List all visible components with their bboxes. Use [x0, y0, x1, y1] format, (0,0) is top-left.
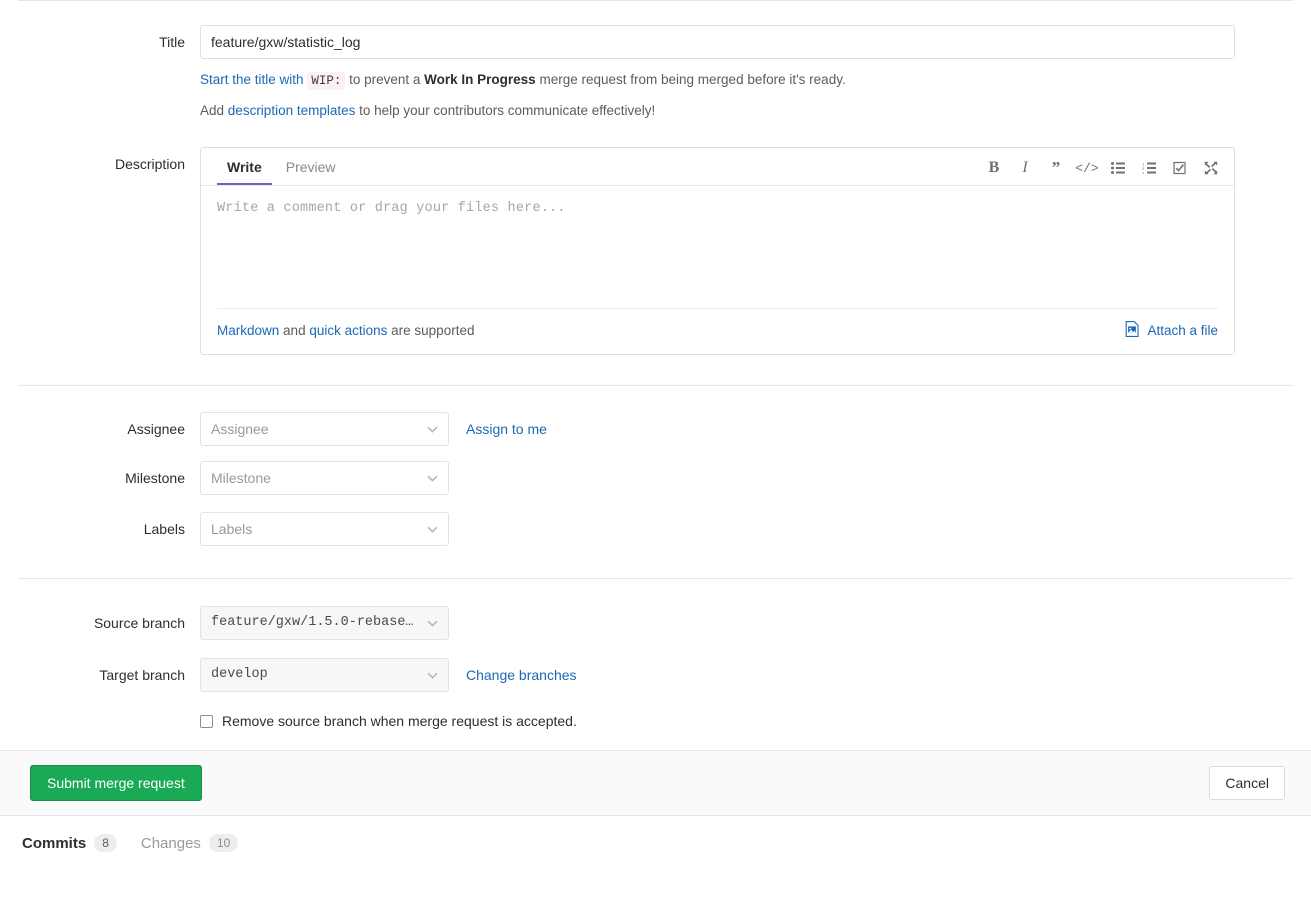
wip-hint-middle: to prevent a — [349, 72, 421, 87]
labels-row: Labels Labels — [0, 512, 1311, 548]
assign-to-me-link[interactable]: Assign to me — [466, 421, 547, 437]
description-row: Description Write Preview B I ” </> 1 2 … — [0, 147, 1311, 355]
chevron-down-icon — [427, 513, 438, 545]
source-branch-label: Source branch — [93, 615, 185, 631]
tab-changes-count: 10 — [208, 834, 239, 852]
markdown-editor-footer: Markdown and quick actions are supported — [217, 308, 1218, 354]
tab-commits[interactable]: Commits 8 — [22, 834, 117, 852]
target-branch-value: develop — [211, 667, 268, 682]
chevron-down-icon — [427, 659, 438, 691]
branch-section: Source branch feature/gxw/1.5.0-rebase… … — [0, 579, 1311, 729]
description-section: Description Write Preview B I ” </> 1 2 … — [0, 121, 1311, 355]
milestone-value: Milestone — [211, 470, 271, 486]
tab-write[interactable]: Write — [217, 150, 272, 185]
metadata-section: Assignee Assignee Assign to me Milestone… — [0, 386, 1311, 548]
templates-hint-suffix: to help your contributors communicate ef… — [359, 102, 656, 118]
wip-hint-bold: Work In Progress — [424, 72, 536, 87]
change-branches-link[interactable]: Change branches — [466, 667, 577, 683]
markdown-support-text: Markdown and quick actions are supported — [217, 323, 474, 338]
submit-merge-request-button[interactable]: Submit merge request — [30, 765, 202, 801]
bullet-list-icon[interactable] — [1109, 159, 1127, 177]
target-branch-select[interactable]: develop — [200, 658, 449, 692]
wip-code-badge: WIP: — [307, 72, 346, 90]
numbered-list-icon[interactable]: 1 2 3 — [1140, 159, 1158, 177]
title-section: Title Start the title with WIP: to preve… — [0, 1, 1311, 121]
target-branch-row: Target branch develop Change branches — [0, 658, 1311, 692]
attach-file-button[interactable]: Attach a file — [1125, 321, 1218, 340]
bold-icon[interactable]: B — [985, 159, 1003, 177]
quick-actions-link[interactable]: quick actions — [309, 323, 387, 338]
svg-text:3: 3 — [1142, 170, 1145, 174]
wip-hint-link[interactable]: Start the title with — [200, 72, 304, 87]
description-textarea-wrapper[interactable]: Write a comment or drag your files here.… — [201, 186, 1234, 308]
source-branch-value: feature/gxw/1.5.0-rebase… — [211, 615, 414, 630]
milestone-select[interactable]: Milestone — [200, 461, 449, 495]
tab-preview[interactable]: Preview — [276, 150, 346, 185]
labels-select[interactable]: Labels — [200, 512, 449, 546]
source-branch-select[interactable]: feature/gxw/1.5.0-rebase… — [200, 606, 449, 640]
remove-source-branch-row: Remove source branch when merge request … — [0, 713, 1311, 729]
cancel-button[interactable]: Cancel — [1209, 766, 1285, 800]
merge-request-form-page: Title Start the title with WIP: to preve… — [0, 0, 1311, 904]
tab-changes-label: Changes — [140, 834, 201, 852]
remove-source-branch-checkbox[interactable] — [200, 714, 213, 728]
markdown-editor-header: Write Preview B I ” </> 1 2 3 — [201, 148, 1234, 186]
wip-hint-suffix: merge request from being merged before i… — [539, 72, 846, 87]
assignee-label: Assignee — [127, 421, 185, 437]
assignee-select[interactable]: Assignee — [200, 412, 449, 446]
markdown-editor: Write Preview B I ” </> 1 2 3 Write a co… — [200, 147, 1235, 355]
chevron-down-icon — [427, 413, 438, 445]
title-input[interactable] — [200, 25, 1235, 59]
templates-hint-prefix: Add — [200, 102, 225, 118]
task-list-icon[interactable] — [1171, 159, 1189, 177]
source-branch-row: Source branch feature/gxw/1.5.0-rebase… — [0, 606, 1311, 642]
labels-value: Labels — [211, 521, 253, 537]
wip-hint: Start the title with WIP: to prevent a W… — [200, 70, 1311, 91]
markdown-link[interactable]: Markdown — [217, 323, 279, 338]
milestone-label: Milestone — [125, 470, 185, 486]
and-text: and — [283, 323, 306, 338]
code-icon[interactable]: </> — [1075, 159, 1098, 177]
quote-icon[interactable]: ” — [1047, 159, 1065, 177]
labels-label: Labels — [143, 521, 185, 537]
description-label: Description — [114, 156, 185, 172]
tab-commits-count: 8 — [94, 834, 117, 852]
description-templates-link[interactable]: description templates — [228, 103, 356, 118]
attach-file-label: Attach a file — [1147, 323, 1218, 338]
tab-commits-label: Commits — [22, 834, 87, 852]
fullscreen-icon[interactable] — [1202, 159, 1220, 177]
commits-changes-tabs: Commits 8 Changes 10 — [0, 816, 1311, 852]
target-branch-label: Target branch — [99, 667, 185, 683]
remove-source-branch-label[interactable]: Remove source branch when merge request … — [222, 713, 577, 729]
chevron-down-icon — [427, 607, 438, 639]
italic-icon[interactable]: I — [1016, 159, 1034, 177]
milestone-row: Milestone Milestone — [0, 461, 1311, 497]
attach-file-icon — [1125, 321, 1140, 340]
supported-text: are supported — [391, 323, 475, 338]
form-actions-footer: Submit merge request Cancel — [0, 750, 1311, 816]
title-row: Title Start the title with WIP: to preve… — [0, 25, 1311, 121]
description-placeholder: Write a comment or drag your files here.… — [217, 201, 566, 216]
templates-hint: Add description templates to help your c… — [200, 101, 1311, 121]
markdown-tabs: Write Preview — [217, 150, 346, 185]
title-label: Title — [159, 34, 185, 50]
assignee-row: Assignee Assignee Assign to me — [0, 412, 1311, 446]
tab-changes[interactable]: Changes 10 — [140, 834, 239, 852]
markdown-toolbar: B I ” </> 1 2 3 — [985, 159, 1220, 185]
chevron-down-icon — [427, 462, 438, 494]
assignee-value: Assignee — [211, 421, 269, 437]
